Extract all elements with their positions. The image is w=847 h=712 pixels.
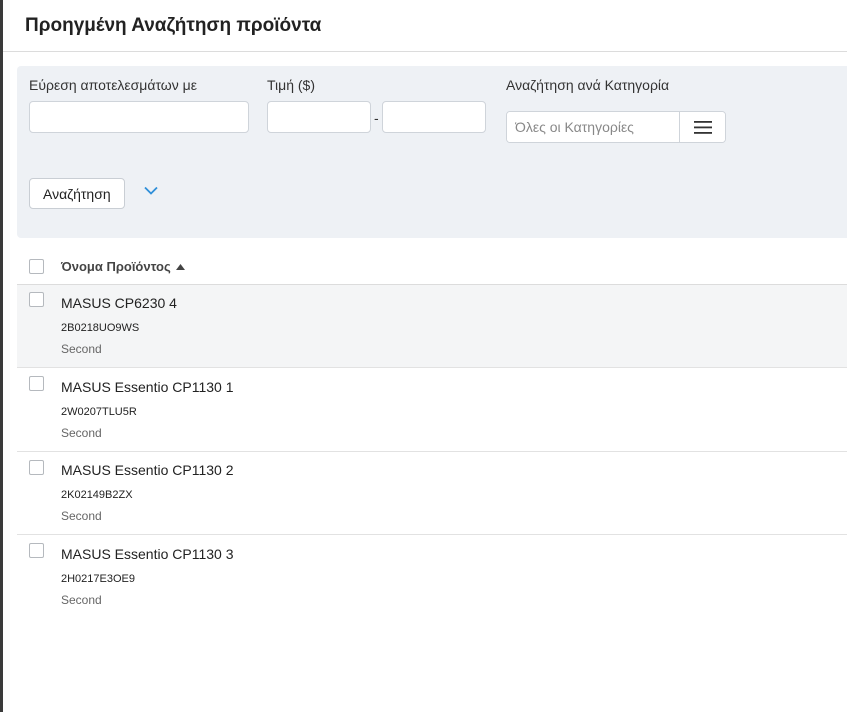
keyword-label: Εύρεση αποτελεσμάτων με: [29, 77, 197, 93]
keyword-input[interactable]: [29, 101, 249, 133]
product-name[interactable]: MASUS Essentio CP1130 1: [61, 379, 234, 395]
category-label: Αναζήτηση ανά Κατηγορία: [506, 77, 670, 93]
chevron-down-icon: [144, 186, 158, 195]
product-name[interactable]: MASUS Essentio CP1130 3: [61, 546, 234, 562]
product-condition: Second: [61, 509, 102, 523]
row-checkbox[interactable]: [29, 543, 44, 558]
select-all-checkbox[interactable]: [29, 259, 44, 274]
category-menu-button[interactable]: [679, 112, 725, 142]
table-row[interactable]: MASUS Essentio CP1130 3 2H0217E3OE9 Seco…: [17, 535, 847, 619]
expand-filters-toggle[interactable]: [143, 182, 159, 198]
product-sku: 2H0217E3OE9: [61, 573, 135, 585]
price-max-input[interactable]: [382, 101, 486, 133]
dialog-title: Προηγμένη Αναζήτηση προϊόντα: [25, 14, 322, 36]
column-header-product-name[interactable]: Όνομα Προϊόντος: [61, 259, 185, 274]
table-row[interactable]: MASUS Essentio CP1130 1 2W0207TLU5R Seco…: [17, 368, 847, 452]
sort-ascending-icon: [175, 263, 185, 270]
price-label: Τιμή ($): [267, 77, 315, 93]
product-name[interactable]: MASUS Essentio CP1130 2: [61, 462, 234, 478]
search-button[interactable]: Αναζήτηση: [29, 178, 125, 209]
table-row[interactable]: MASUS CP6230 4 2B0218UO9WS Second: [17, 285, 847, 368]
row-checkbox[interactable]: [29, 376, 44, 391]
product-sku: 2K02149B2ZX: [61, 489, 133, 501]
advanced-search-dialog: Προηγμένη Αναζήτηση προϊόντα Εύρεση αποτ…: [3, 0, 847, 712]
product-condition: Second: [61, 593, 102, 607]
product-sku: 2W0207TLU5R: [61, 406, 137, 418]
price-range-separator: -: [374, 110, 379, 126]
hamburger-icon: [693, 120, 712, 134]
row-checkbox[interactable]: [29, 292, 44, 307]
filter-panel: Εύρεση αποτελεσμάτων με Τιμή ($) - Αναζή…: [17, 66, 847, 238]
row-checkbox[interactable]: [29, 460, 44, 475]
table-row[interactable]: MASUS Essentio CP1130 2 2K02149B2ZX Seco…: [17, 452, 847, 535]
product-condition: Second: [61, 426, 102, 440]
product-name[interactable]: MASUS CP6230 4: [61, 295, 177, 311]
table-header: Όνομα Προϊόντος: [17, 247, 847, 285]
price-min-input[interactable]: [267, 101, 371, 133]
column-header-label: Όνομα Προϊόντος: [61, 259, 171, 274]
product-condition: Second: [61, 342, 102, 356]
dialog-header: Προηγμένη Αναζήτηση προϊόντα: [3, 0, 847, 52]
product-sku: 2B0218UO9WS: [61, 322, 140, 334]
category-select: [506, 111, 726, 143]
category-input[interactable]: [507, 112, 679, 142]
